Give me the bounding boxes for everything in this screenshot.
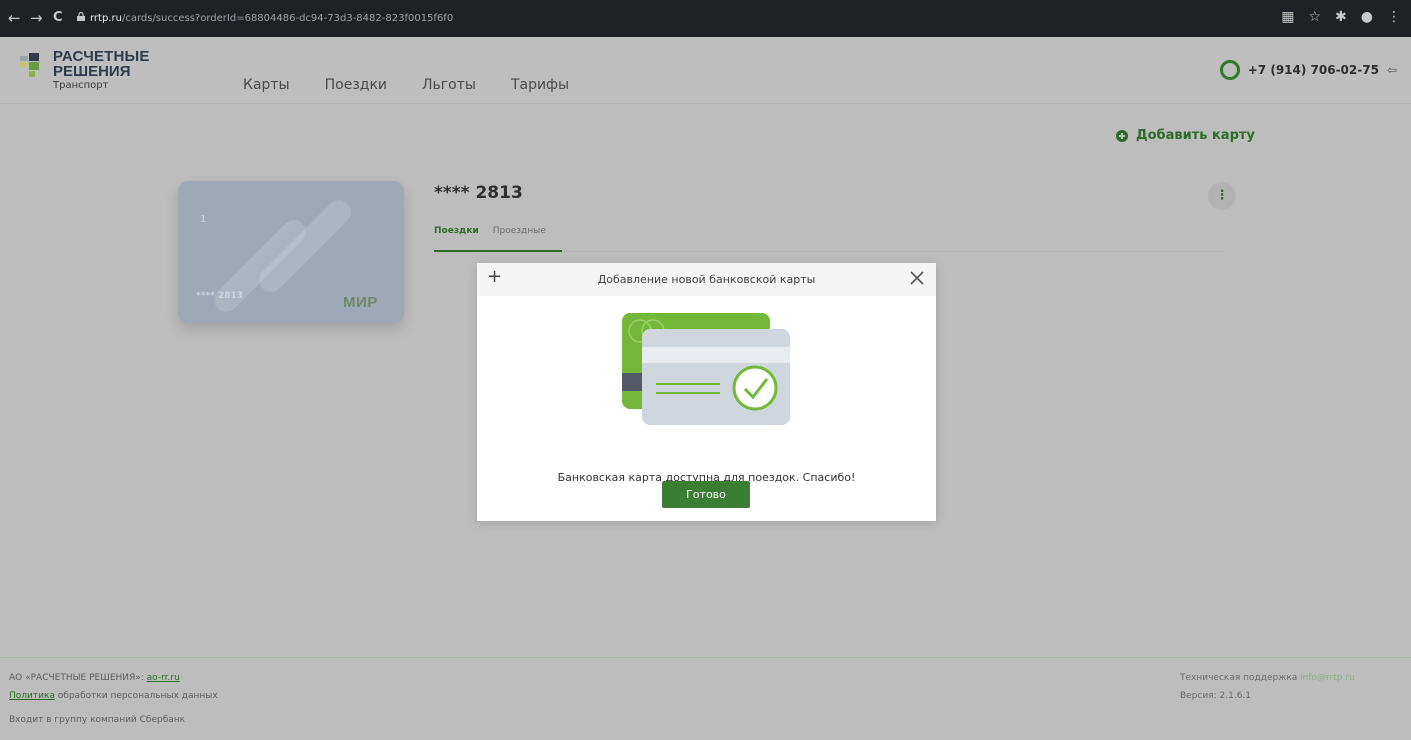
card-title: **** 2813 [434, 183, 523, 203]
modal-title: Добавление новой банковской карты [597, 273, 816, 286]
modal-header: + Добавление новой банковской карты [477, 263, 936, 296]
policy-link[interactable]: Политика [9, 691, 55, 701]
browser-toolbar: ← → C rrtp.ru/cards/success?orderId=6880… [0, 0, 1411, 37]
logout-icon[interactable]: ⇦ [1387, 63, 1397, 77]
bookmark-star-icon[interactable]: ☆ [1308, 9, 1321, 25]
support-label: Техническая поддержка [1180, 673, 1301, 683]
company-name: АО «РАСЧЕТНЫЕ РЕШЕНИЯ»: [9, 673, 147, 683]
add-card-button[interactable]: Добавить карту [1116, 128, 1255, 143]
card-tabs: Поездки Проездные [434, 226, 546, 236]
bank-card-tile[interactable]: 1 **** 2813 МИР [178, 181, 404, 323]
user-phone[interactable]: +7 (914) 706-02-75 [1248, 63, 1379, 77]
tab-trips[interactable]: Поездки [434, 226, 479, 236]
site-footer: АО «РАСЧЕТНЫЕ РЕШЕНИЯ»: ao-rr.ru Политик… [0, 658, 1411, 740]
browser-menu-icon[interactable]: ⋮ [1387, 9, 1401, 25]
user-avatar-icon[interactable] [1219, 60, 1240, 80]
footer-company: АО «РАСЧЕТНЫЕ РЕШЕНИЯ»: ao-rr.ru [9, 669, 218, 687]
nav-item-tariffs[interactable]: Тарифы [511, 77, 569, 93]
nav-item-cards[interactable]: Карты [243, 77, 290, 93]
support-email-link[interactable]: info@rrtp.ru [1300, 673, 1355, 683]
company-link[interactable]: ao-rr.ru [147, 673, 180, 683]
add-card-label: Добавить карту [1136, 128, 1255, 143]
footer-group: Входит в группу компаний Сбербанк [9, 715, 186, 725]
nav-item-trips[interactable]: Поездки [325, 77, 387, 93]
profile-icon[interactable]: ● [1361, 9, 1373, 25]
active-tab-underline [434, 250, 562, 252]
footer-left: АО «РАСЧЕТНЫЕ РЕШЕНИЯ»: ao-rr.ru Политик… [9, 669, 218, 729]
logo-title-line2: РЕШЕНИЯ [53, 63, 131, 80]
address-bar[interactable]: rrtp.ru/cards/success?orderId=68804486-d… [90, 13, 453, 24]
forward-arrow-icon[interactable]: → [30, 10, 43, 26]
logo-title-line1: РАСЧЕТНЫЕ [53, 48, 150, 65]
user-menu[interactable]: +7 (914) 706-02-75 ⇦ [1219, 60, 1397, 80]
tab-passes[interactable]: Проездные [493, 226, 546, 236]
url-host: rrtp.ru [90, 13, 122, 24]
nav-item-benefits[interactable]: Льготы [422, 77, 476, 93]
policy-text: обработки персональных данных [54, 691, 218, 701]
done-button[interactable]: Готово [662, 481, 750, 508]
card-success-illustration [622, 313, 790, 425]
add-bank-card-modal: + Добавление новой банковской карты Банк… [477, 263, 936, 521]
main-nav: Карты Поездки Льготы Тарифы [243, 77, 569, 93]
site-header: РАСЧЕТНЫЕ РЕШЕНИЯ Транспорт Карты Поездк… [0, 37, 1411, 104]
card-index: 1 [200, 214, 207, 225]
extensions-puzzle-icon[interactable]: ✱ [1335, 9, 1347, 25]
footer-right: Техническая поддержка info@rrtp.ru Верси… [1180, 669, 1355, 705]
logo-subtitle: Транспорт [53, 80, 109, 91]
support-line: Техническая поддержка info@rrtp.ru [1180, 669, 1355, 687]
back-arrow-icon[interactable]: ← [8, 10, 21, 26]
app-version: Версия: 2.1.6.1 [1180, 691, 1252, 701]
close-icon[interactable] [908, 269, 926, 287]
url-path: /cards/success?orderId=68804486-dc94-73d… [121, 13, 454, 24]
reload-icon[interactable]: C [53, 10, 63, 26]
logo-squares-icon [20, 53, 39, 77]
lock-icon [77, 12, 85, 21]
card-options-kebab-icon[interactable]: ⋮ [1208, 182, 1236, 210]
plus-circle-icon [1116, 129, 1128, 142]
browser-extension-icons: ▦ ☆ ✱ ● ⋮ [1281, 9, 1401, 25]
translate-icon[interactable]: ▦ [1281, 9, 1294, 25]
footer-policy: Политика обработки персональных данных [9, 687, 218, 705]
card-masked-number: **** 2813 [196, 291, 244, 301]
mir-logo: МИР [343, 294, 378, 311]
